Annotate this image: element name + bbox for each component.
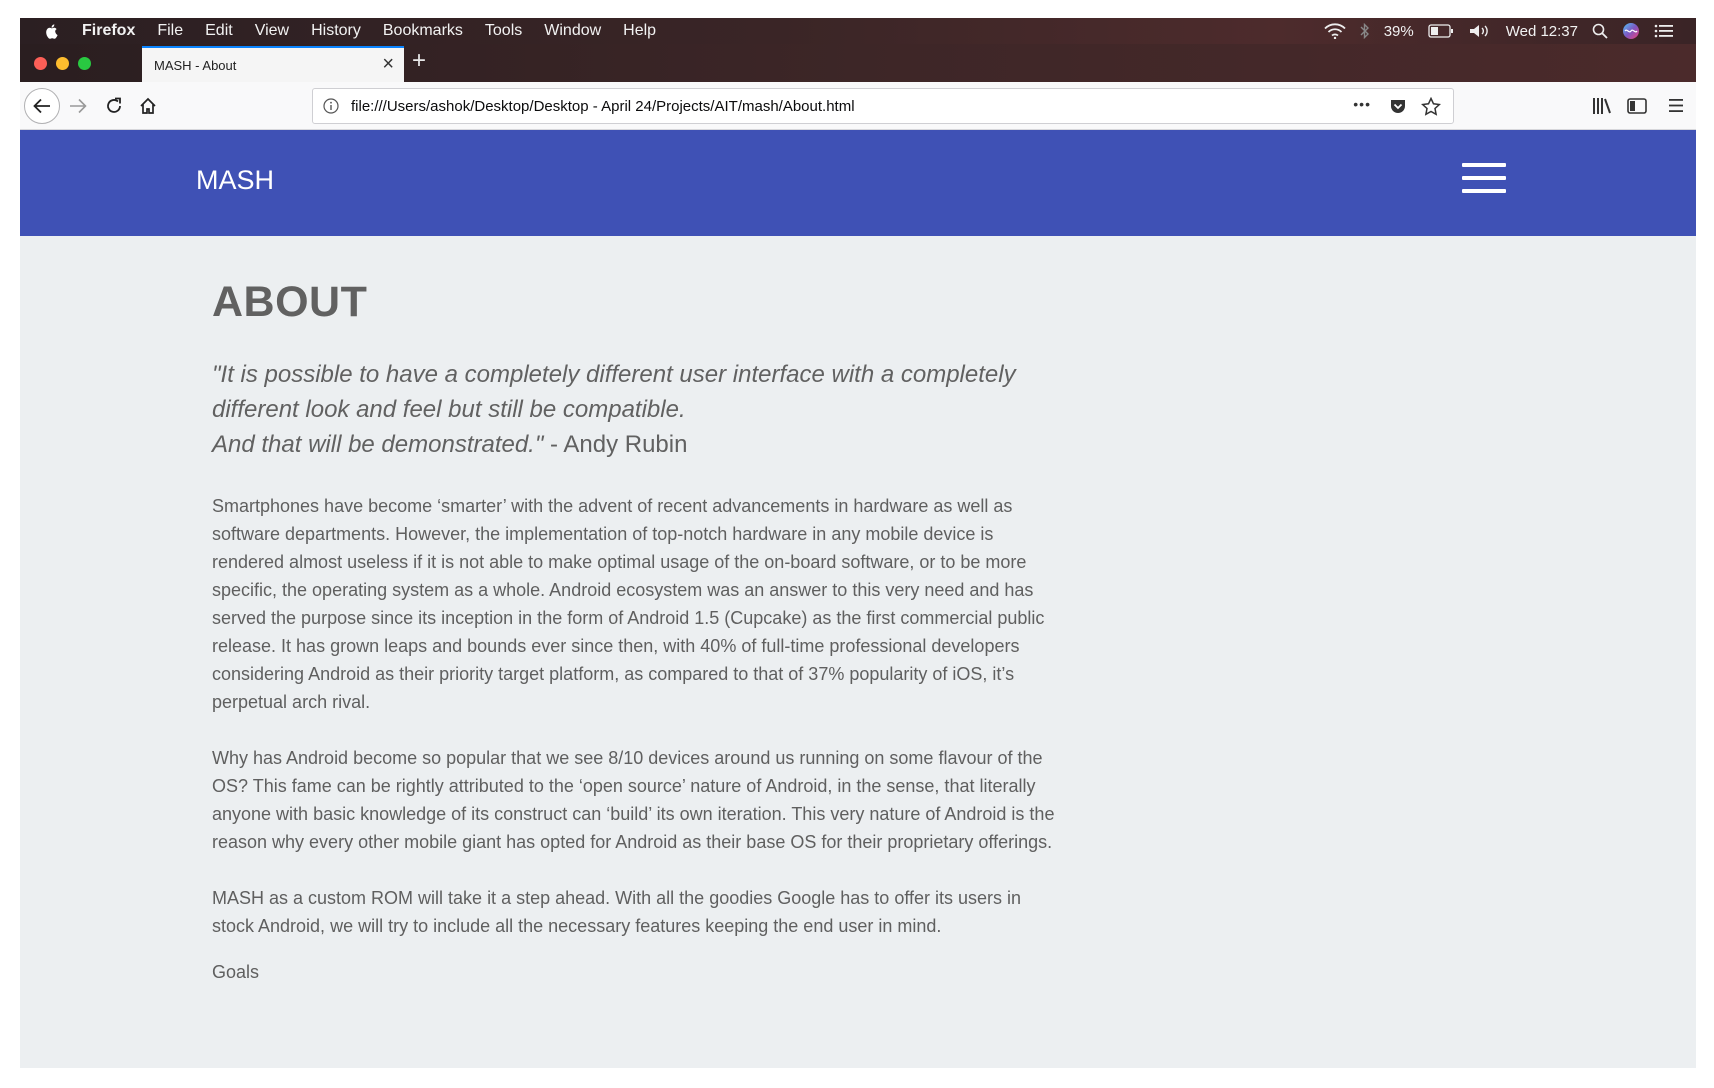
menu-file[interactable]: File xyxy=(157,22,183,40)
pocket-icon[interactable] xyxy=(1389,98,1407,115)
open-menu-icon[interactable] xyxy=(1668,98,1684,113)
menu-edit[interactable]: Edit xyxy=(205,22,233,40)
spotlight-search-icon[interactable] xyxy=(1592,23,1608,39)
tab-mash-about[interactable]: MASH - About × xyxy=(142,46,404,82)
paragraph-mash: MASH as a custom ROM will take it a step… xyxy=(212,888,1022,936)
sidebar-toggle-icon[interactable] xyxy=(1627,97,1647,115)
macos-menu-bar: Firefox File Edit View History Bookmarks… xyxy=(20,18,1696,44)
siri-icon[interactable] xyxy=(1622,22,1640,40)
menu-app-name[interactable]: Firefox xyxy=(82,22,135,40)
reload-button[interactable] xyxy=(98,90,130,122)
page-actions-icon[interactable]: ••• xyxy=(1353,96,1371,112)
quote-line-3: And that will be demonstrated." xyxy=(212,431,544,458)
library-icon[interactable] xyxy=(1592,97,1612,115)
browser-window: Firefox File Edit View History Bookmarks… xyxy=(20,18,1696,1068)
url-text[interactable]: file:///Users/ashok/Desktop/Desktop - Ap… xyxy=(351,98,855,115)
bluetooth-icon[interactable] xyxy=(1360,23,1370,39)
paragraph-intro: Smartphones have become ‘smarter’ with t… xyxy=(212,496,1045,712)
quote-line-1: "It is possible to have a completely dif… xyxy=(212,361,1016,388)
back-button[interactable] xyxy=(24,88,60,124)
about-content: ABOUT "It is possible to have a complete… xyxy=(212,236,1062,986)
tab-strip: MASH - About × + xyxy=(20,44,1696,82)
new-tab-button[interactable]: + xyxy=(412,47,426,75)
home-button[interactable] xyxy=(132,90,164,122)
menu-help[interactable]: Help xyxy=(623,22,656,40)
site-info-icon[interactable] xyxy=(323,98,339,114)
forward-button[interactable] xyxy=(62,90,94,122)
menu-window[interactable]: Window xyxy=(544,22,601,40)
back-arrow-icon xyxy=(33,98,50,114)
window-zoom-button[interactable] xyxy=(78,57,91,70)
window-minimize-button[interactable] xyxy=(56,57,69,70)
menu-bookmarks[interactable]: Bookmarks xyxy=(383,22,463,40)
site-brand[interactable]: MASH xyxy=(196,165,274,196)
bookmark-star-icon[interactable] xyxy=(1421,97,1441,116)
forward-arrow-icon xyxy=(70,98,87,114)
battery-icon[interactable] xyxy=(1428,24,1454,38)
menu-tools[interactable]: Tools xyxy=(485,22,522,40)
navigation-toolbar: file:///Users/ashok/Desktop/Desktop - Ap… xyxy=(20,82,1696,130)
menu-view[interactable]: View xyxy=(255,22,289,40)
tab-close-icon[interactable]: × xyxy=(382,53,394,76)
tab-title: MASH - About xyxy=(154,58,237,73)
site-header: MASH xyxy=(20,130,1696,236)
window-close-button[interactable] xyxy=(34,57,47,70)
volume-icon[interactable] xyxy=(1468,23,1492,39)
wifi-icon[interactable] xyxy=(1324,23,1346,39)
menu-extras: 39% Wed 12:37 xyxy=(1324,18,1674,44)
page-title: ABOUT xyxy=(212,278,368,326)
home-icon xyxy=(140,97,156,114)
paragraph-popularity: Why has Android become so popular that w… xyxy=(212,748,1055,852)
clock[interactable]: Wed 12:37 xyxy=(1506,23,1578,40)
quote-author: - Andy Rubin xyxy=(543,431,688,458)
quote-line-2: different look and feel but still be com… xyxy=(212,396,686,423)
battery-percent: 39% xyxy=(1383,22,1414,40)
reload-icon xyxy=(107,97,121,113)
menu-history[interactable]: History xyxy=(311,22,361,40)
goals-heading: Goals xyxy=(212,962,260,982)
hamburger-menu-icon[interactable] xyxy=(1462,163,1506,193)
notification-center-icon[interactable] xyxy=(1654,24,1674,38)
apple-icon[interactable] xyxy=(44,23,60,39)
quote: "It is possible to have a completely dif… xyxy=(212,357,1062,462)
address-bar[interactable]: file:///Users/ashok/Desktop/Desktop - Ap… xyxy=(312,88,1454,124)
